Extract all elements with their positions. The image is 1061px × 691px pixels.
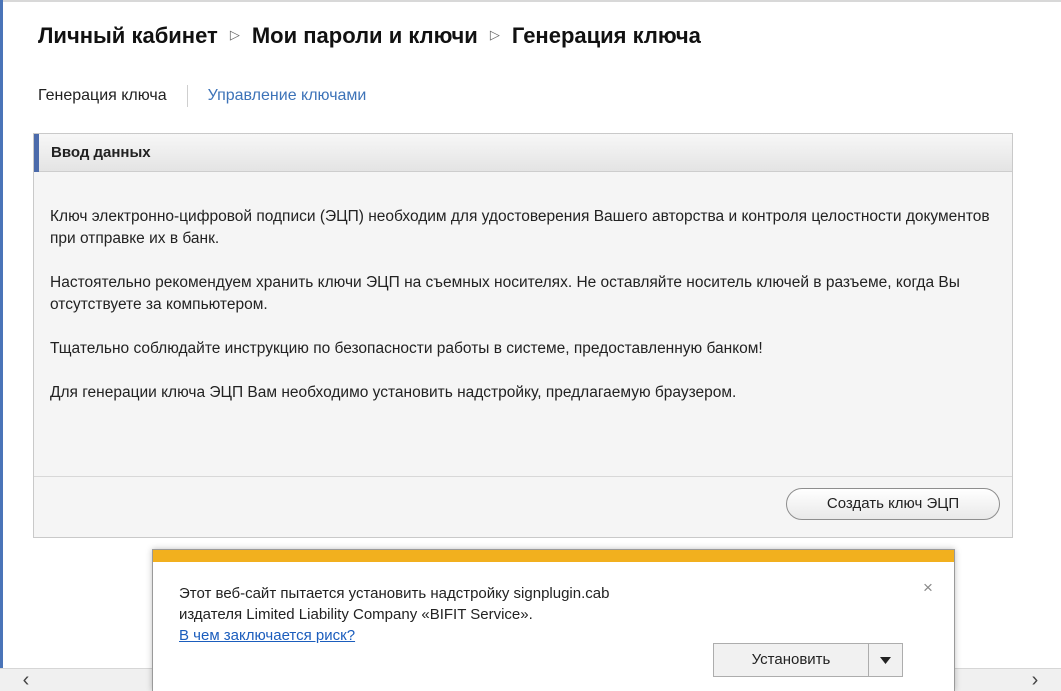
window-left-border [0, 0, 3, 668]
tab-divider [186, 85, 188, 107]
close-icon[interactable]: × [923, 578, 933, 598]
create-key-button[interactable]: Создать ключ ЭЦП [786, 488, 1000, 520]
breadcrumb-item-cabinet[interactable]: Личный кабинет [38, 23, 218, 49]
tab-bar: Генерация ключа Управление ключами [38, 84, 366, 108]
breadcrumb-separator-icon: ▷ [489, 27, 500, 42]
risk-info-link[interactable]: В чем заключается риск? [179, 625, 355, 646]
tab-key-management[interactable]: Управление ключами [208, 87, 367, 105]
panel-header-accent [34, 134, 39, 172]
notification-message-block: Этот веб-сайт пытается установить надстр… [179, 583, 659, 646]
data-entry-panel: Ввод данных Ключ электронно-цифровой под… [33, 133, 1013, 538]
install-button[interactable]: Установить [713, 643, 869, 677]
window-top-border [0, 0, 1061, 2]
install-button-label: Установить [751, 651, 831, 668]
info-paragraph: Настоятельно рекомендуем хранить ключи Э… [50, 274, 960, 313]
info-paragraph: Ключ электронно-цифровой подписи (ЭЦП) н… [50, 208, 990, 247]
panel-header: Ввод данных [34, 134, 1012, 172]
breadcrumb-separator-icon: ▷ [229, 27, 240, 42]
install-button-group: Установить [713, 643, 903, 677]
breadcrumb: Личный кабинет ▷ Мои пароли и ключи ▷ Ге… [38, 20, 701, 52]
tab-key-generation[interactable]: Генерация ключа [38, 87, 167, 105]
notification-accent-stripe [153, 550, 954, 562]
info-paragraph: Для генерации ключа ЭЦП Вам необходимо у… [50, 384, 737, 401]
chevron-down-icon [880, 656, 891, 664]
info-paragraph: Тщательно соблюдайте инструкцию по безоп… [50, 340, 763, 357]
addon-install-notification: Этот веб-сайт пытается установить надстр… [152, 549, 955, 691]
notification-message: Этот веб-сайт пытается установить надстр… [179, 585, 610, 623]
panel-title: Ввод данных [51, 144, 151, 161]
breadcrumb-item-passwords[interactable]: Мои пароли и ключи [252, 23, 478, 49]
breadcrumb-item-current: Генерация ключа [511, 23, 701, 48]
panel-footer-divider [34, 476, 1012, 477]
install-options-dropdown[interactable] [869, 643, 903, 677]
scroll-right-arrow-icon[interactable]: › [1015, 669, 1055, 691]
scroll-left-arrow-icon[interactable]: ‹ [6, 669, 46, 691]
panel-body: Ключ электронно-цифровой подписи (ЭЦП) н… [50, 206, 990, 426]
